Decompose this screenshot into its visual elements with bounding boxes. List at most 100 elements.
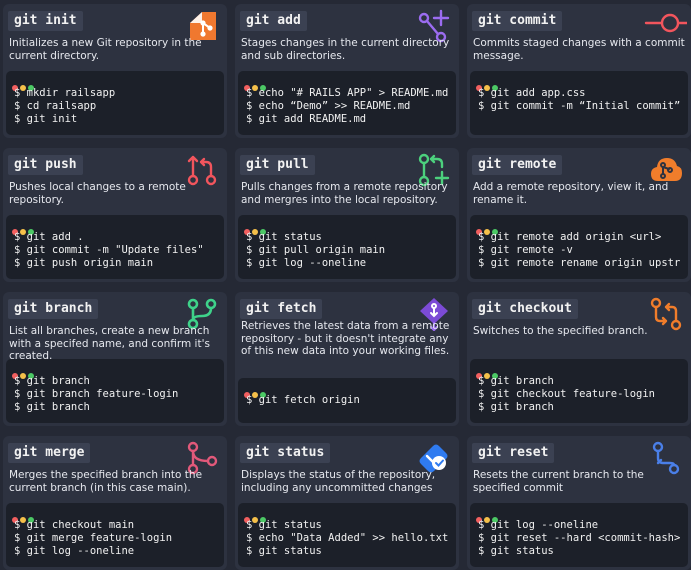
terminal-line: $ echo "# RAILS APP" > README.md (246, 87, 449, 99)
card-git-push: git push Pushes local changes to a remot… (3, 148, 227, 282)
terminal-window: $ git add app.css $ git commit -m “Initia… (470, 71, 688, 135)
command-title: git add (240, 11, 307, 31)
window-controls (476, 220, 500, 235)
window-controls (476, 508, 500, 523)
command-description: Stages changes in the current directory … (241, 37, 450, 62)
command-description: List all branches, create a new branch w… (9, 325, 210, 362)
terminal-lines: $ git add . $ git commit -m "Update files… (14, 231, 222, 270)
command-title: git init (8, 11, 83, 31)
terminal-lines: $ git fetch origin (246, 394, 454, 407)
terminal-line: $ git push origin main (14, 257, 154, 269)
window-controls (476, 364, 500, 379)
command-description: Add a remote repository, view it, and re… (473, 181, 669, 206)
command-description: Pulls changes from a remote repository a… (241, 181, 448, 206)
command-description: Initializes a new Git repository in the … (9, 37, 202, 62)
command-title: git status (240, 443, 331, 463)
terminal-window: $ git branch $ git checkout feature-login… (470, 359, 688, 423)
terminal-window: $ git log --oneline $ git reset --hard <c… (470, 503, 688, 567)
terminal-window: $ git fetch origin (238, 378, 456, 423)
terminal-line: $ git remote rename origin upstr (478, 257, 681, 269)
command-title: git checkout (472, 299, 578, 319)
window-controls (476, 76, 500, 91)
command-description: Resets the current branch to the specifi… (473, 469, 644, 494)
command-description: Merges the specified branch into the cur… (9, 469, 203, 494)
terminal-line: $ git status (246, 519, 322, 531)
terminal-line: $ git reset --hard <commit-hash> (478, 532, 681, 544)
terminal-lines: $ echo "# RAILS APP" > README.md $ echo “… (246, 87, 454, 126)
command-description: Displays the status of the repository, i… (241, 469, 436, 494)
terminal-line: $ git pull origin main (246, 244, 386, 256)
card-git-merge: git merge Merges the specified branch in… (3, 436, 227, 570)
terminal-window: $ git remote add origin <url> $ git remot… (470, 215, 688, 279)
command-description: Pushes local changes to a remote reposit… (9, 181, 186, 206)
command-title: git fetch (240, 299, 323, 319)
terminal-line: $ git log --oneline (246, 257, 367, 269)
terminal-lines: $ mkdir railsapp $ cd railsapp $ git init (14, 87, 222, 126)
terminal-window: $ git checkout main $ git merge feature-l… (6, 503, 224, 567)
terminal-line: $ git status (246, 545, 322, 557)
command-title: git commit (472, 11, 563, 31)
terminal-line: $ git branch (14, 401, 90, 413)
terminal-line: $ git log --oneline (14, 545, 135, 557)
window-controls (12, 76, 36, 91)
terminal-lines: $ git branch $ git checkout feature-login… (478, 375, 686, 414)
terminal-line: $ git init (14, 113, 78, 125)
command-title: git merge (8, 443, 91, 463)
card-git-fetch: git fetch Retrieves the latest data from… (235, 292, 459, 426)
terminal-line: $ git commit -m "Update files" (14, 244, 204, 256)
terminal-line: $ git log --oneline (478, 519, 599, 531)
card-git-status: git status Displays the status of the re… (235, 436, 459, 570)
terminal-lines: $ git add app.css $ git commit -m “Initia… (478, 87, 686, 113)
terminal-line: $ git merge feature-login (14, 532, 173, 544)
window-controls (244, 76, 268, 91)
terminal-line: $ git remote add origin <url> (478, 231, 662, 243)
terminal-lines: $ git status $ git pull origin main $ git … (246, 231, 454, 270)
terminal-lines: $ git branch $ git branch feature-login $ … (14, 375, 222, 414)
terminal-line: $ git branch (14, 375, 90, 387)
git-commands-grid: git init Initializes a new Git repositor… (0, 0, 691, 570)
terminal-window: $ git add . $ git commit -m "Update files… (6, 215, 224, 279)
command-description: Retrieves the latest data from a remote … (241, 320, 450, 357)
window-controls (12, 364, 36, 379)
window-controls (12, 508, 36, 523)
terminal-lines: $ git log --oneline $ git reset --hard <c… (478, 519, 686, 558)
terminal-line: $ git status (246, 231, 322, 243)
terminal-line: $ git remote -v (478, 244, 573, 256)
terminal-lines: $ git remote add origin <url> $ git remot… (478, 231, 686, 270)
terminal-line: $ echo “Demo” >> README.md (246, 100, 411, 112)
terminal-line: $ git commit -m “Initial commit” (478, 100, 681, 112)
terminal-line: $ mkdir railsapp (14, 87, 116, 99)
terminal-line: $ git checkout main (14, 519, 135, 531)
command-title: git remote (472, 155, 563, 175)
command-title: git push (8, 155, 83, 175)
command-title: git pull (240, 155, 315, 175)
terminal-line: $ echo "Data Added" >> hello.txt (246, 532, 449, 544)
window-controls (244, 508, 268, 523)
window-controls (244, 383, 268, 398)
terminal-line: $ git branch (478, 401, 554, 413)
card-git-branch: git branch List all branches, create a n… (3, 292, 227, 426)
card-git-remote: git remote Add a remote repository, view… (467, 148, 691, 282)
terminal-line: $ git add . (14, 231, 84, 243)
command-description: Commits staged changes with a commit mes… (473, 37, 685, 62)
terminal-line: $ git branch feature-login (14, 388, 179, 400)
terminal-line: $ cd railsapp (14, 100, 97, 112)
card-git-init: git init Initializes a new Git repositor… (3, 4, 227, 138)
card-git-reset: git reset Resets the current branch to t… (467, 436, 691, 570)
window-controls (12, 220, 36, 235)
terminal-line: $ git checkout feature-login (478, 388, 656, 400)
command-description: Switches to the specified branch. (473, 325, 648, 337)
terminal-window: $ git status $ git pull origin main $ git … (238, 215, 456, 279)
terminal-window: $ git branch $ git branch feature-login $ … (6, 359, 224, 423)
terminal-line: $ git status (478, 545, 554, 557)
command-title: git branch (8, 299, 99, 319)
terminal-line: $ git branch (478, 375, 554, 387)
terminal-line: $ git add app.css (478, 87, 586, 99)
terminal-lines: $ git checkout main $ git merge feature-l… (14, 519, 222, 558)
terminal-line: $ git add README.md (246, 113, 367, 125)
terminal-window: $ mkdir railsapp $ cd railsapp $ git init (6, 71, 224, 135)
window-controls (244, 220, 268, 235)
card-git-pull: git pull Pulls changes from a remote rep… (235, 148, 459, 282)
terminal-line: $ git fetch origin (246, 394, 360, 406)
command-title: git reset (472, 443, 555, 463)
